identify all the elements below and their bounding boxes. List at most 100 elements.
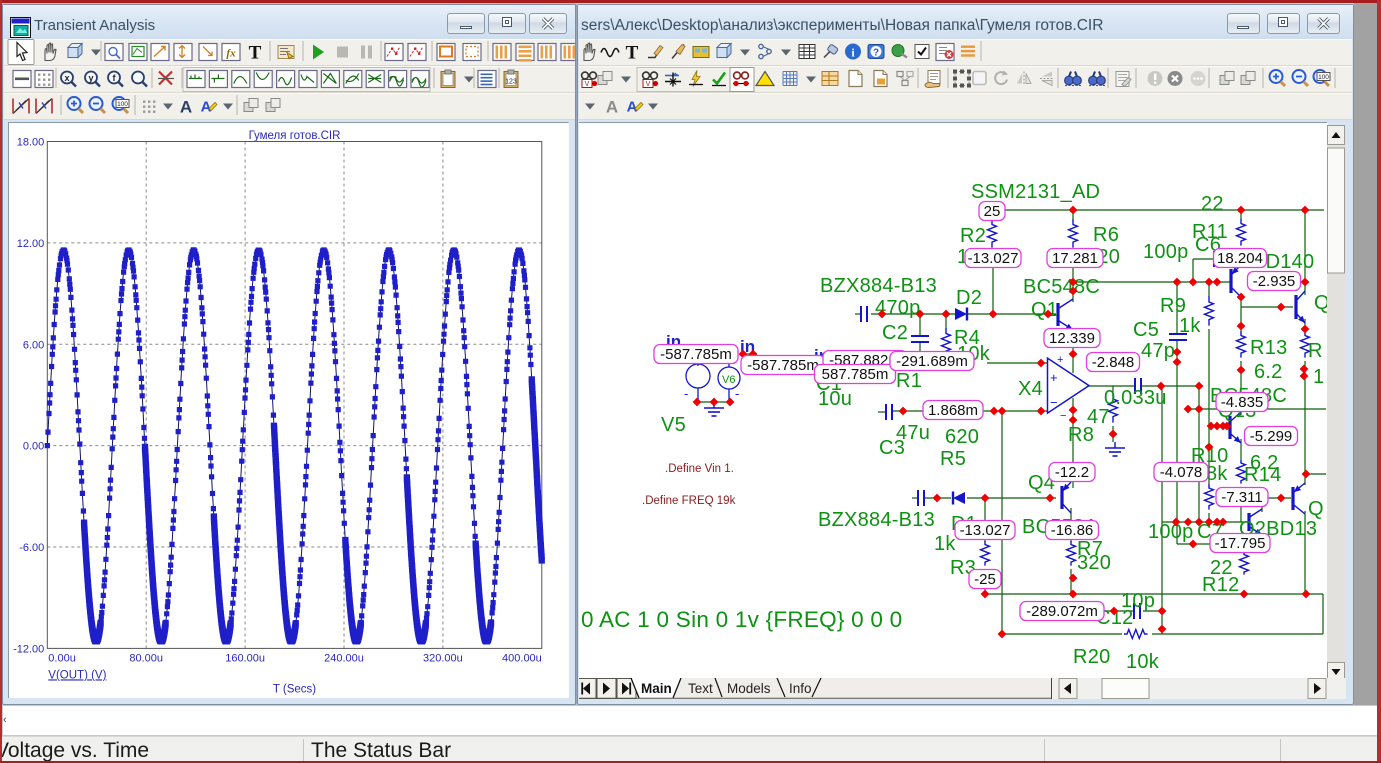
svg-text:6.00: 6.00 — [23, 339, 44, 351]
svg-text:V: V — [585, 81, 590, 88]
svg-text:A: A — [201, 99, 212, 116]
svg-text:C2: C2 — [882, 322, 908, 344]
svg-text:1k: 1k — [934, 533, 956, 555]
svg-text:V: V — [646, 81, 651, 88]
svg-text:-12.00: -12.00 — [13, 643, 44, 655]
svg-text:D2: D2 — [956, 287, 982, 309]
svg-text:-16.86: -16.86 — [1051, 522, 1094, 539]
svg-text:R2: R2 — [960, 225, 986, 247]
svg-text:-2.848: -2.848 — [1092, 354, 1135, 371]
svg-text:-: - — [684, 386, 688, 401]
svg-text:Q1: Q1 — [1031, 299, 1058, 321]
svg-text:Q: Q — [1314, 292, 1328, 314]
svg-text:18.204: 18.204 — [1217, 250, 1263, 267]
svg-text:BZX884-B13: BZX884-B13 — [818, 509, 935, 531]
svg-text:-291.689m: -291.689m — [896, 353, 968, 370]
svg-text:x: x — [64, 73, 69, 83]
svg-text:V5: V5 — [661, 414, 686, 436]
svg-text:T: T — [249, 43, 262, 64]
svg-text:400.00u: 400.00u — [502, 652, 542, 664]
svg-text:Гумеля готов.CIR: Гумеля готов.CIR — [249, 130, 341, 142]
svg-text:R1: R1 — [896, 370, 922, 392]
svg-text:-13.027: -13.027 — [968, 250, 1019, 267]
svg-text:+: + — [1050, 370, 1058, 385]
svg-text:1: 1 — [1313, 366, 1324, 388]
svg-text:V6: V6 — [722, 374, 735, 386]
svg-text:R5: R5 — [940, 448, 966, 470]
svg-text:Main: Main — [641, 681, 672, 696]
svg-text:-4.835: -4.835 — [1221, 394, 1264, 411]
svg-text:0.00: 0.00 — [23, 441, 44, 453]
svg-text:.Define FREQ 19k: .Define FREQ 19k — [642, 495, 736, 507]
svg-text:BC548C: BC548C — [1023, 276, 1100, 298]
svg-text:100p: 100p — [1143, 241, 1189, 263]
svg-text:R13: R13 — [1250, 337, 1287, 359]
svg-text:10k: 10k — [1126, 651, 1160, 673]
svg-text:?: ? — [873, 48, 879, 59]
svg-text:T (Secs): T (Secs) — [273, 683, 316, 695]
svg-text:R9: R9 — [1160, 295, 1186, 317]
svg-text:−: − — [1050, 395, 1058, 410]
svg-text:-289.072m: -289.072m — [1026, 603, 1098, 620]
svg-text:240.00u: 240.00u — [324, 652, 364, 664]
svg-text:8k: 8k — [1206, 463, 1228, 485]
svg-text:.Define Vin 1.: .Define Vin 1. — [665, 463, 734, 475]
svg-text:12.00: 12.00 — [17, 238, 45, 250]
svg-text:A: A — [606, 98, 618, 117]
svg-text:587.785m: 587.785m — [822, 366, 889, 383]
svg-text:C5: C5 — [1133, 319, 1159, 341]
svg-text:-13.027: -13.027 — [960, 522, 1011, 539]
svg-text:-5.299: -5.299 — [1250, 428, 1293, 445]
svg-text:Info: Info — [789, 681, 812, 696]
svg-text:-12.2: -12.2 — [1055, 464, 1089, 481]
svg-text:X4: X4 — [1018, 378, 1043, 400]
svg-text:Text: Text — [688, 681, 713, 696]
svg-text:18.00: 18.00 — [17, 137, 45, 149]
svg-text:47p: 47p — [1141, 340, 1175, 362]
svg-text:fx: fx — [226, 48, 236, 60]
svg-text:SSM2131_AD: SSM2131_AD — [971, 181, 1100, 203]
svg-text:Models: Models — [727, 681, 771, 696]
svg-text:R8: R8 — [1068, 424, 1094, 446]
svg-text:Q: Q — [1308, 498, 1324, 520]
svg-text:-587.785m: -587.785m — [660, 346, 732, 363]
svg-text:BZX884-B13: BZX884-B13 — [820, 275, 937, 297]
svg-text:620: 620 — [945, 426, 979, 448]
svg-text:-6.00: -6.00 — [19, 542, 44, 554]
svg-text:100: 100 — [1318, 74, 1329, 81]
svg-text:100: 100 — [117, 101, 128, 108]
svg-text:A: A — [627, 99, 638, 116]
svg-text:-587.785m: -587.785m — [747, 357, 819, 374]
svg-text:-2.935: -2.935 — [1253, 273, 1296, 290]
svg-text:25: 25 — [984, 203, 1001, 220]
svg-text:160.00u: 160.00u — [225, 652, 265, 664]
svg-text:+: + — [1057, 354, 1063, 366]
svg-text:22: 22 — [1201, 193, 1224, 215]
svg-text:-4.078: -4.078 — [1160, 464, 1203, 481]
svg-text:−: − — [1060, 410, 1066, 422]
svg-text:1k: 1k — [1179, 315, 1201, 337]
svg-text:10u: 10u — [818, 388, 852, 410]
svg-text:-17.795: -17.795 — [1215, 535, 1266, 552]
svg-text:R12: R12 — [1202, 574, 1239, 596]
svg-text:-7.311: -7.311 — [1221, 489, 1262, 506]
svg-text:R14: R14 — [1244, 464, 1281, 486]
svg-text:A: A — [180, 98, 192, 117]
svg-text:y: y — [88, 73, 93, 83]
svg-text:320: 320 — [1077, 552, 1111, 574]
svg-text:-25: -25 — [974, 571, 996, 588]
svg-text:-: - — [735, 386, 739, 401]
svg-text:R6: R6 — [1093, 224, 1119, 246]
svg-text:123: 123 — [505, 79, 517, 86]
svg-text:C3: C3 — [879, 437, 905, 459]
svg-text:6.2: 6.2 — [1254, 361, 1283, 383]
svg-text:12.339: 12.339 — [1049, 330, 1095, 347]
svg-text:R20: R20 — [1073, 646, 1110, 668]
svg-text:17.281: 17.281 — [1052, 250, 1098, 267]
svg-text:R: R — [1308, 340, 1323, 362]
svg-text:0 AC 1 0 Sin 0 1v {FREQ} 0 0 0: 0 AC 1 0 Sin 0 1v {FREQ} 0 0 0 — [581, 607, 902, 632]
svg-text:0.033u: 0.033u — [1104, 387, 1167, 409]
svg-text:320.00u: 320.00u — [423, 652, 463, 664]
svg-text:V(OUT) (V): V(OUT) (V) — [48, 669, 106, 681]
svg-text:1.868m: 1.868m — [928, 402, 978, 419]
